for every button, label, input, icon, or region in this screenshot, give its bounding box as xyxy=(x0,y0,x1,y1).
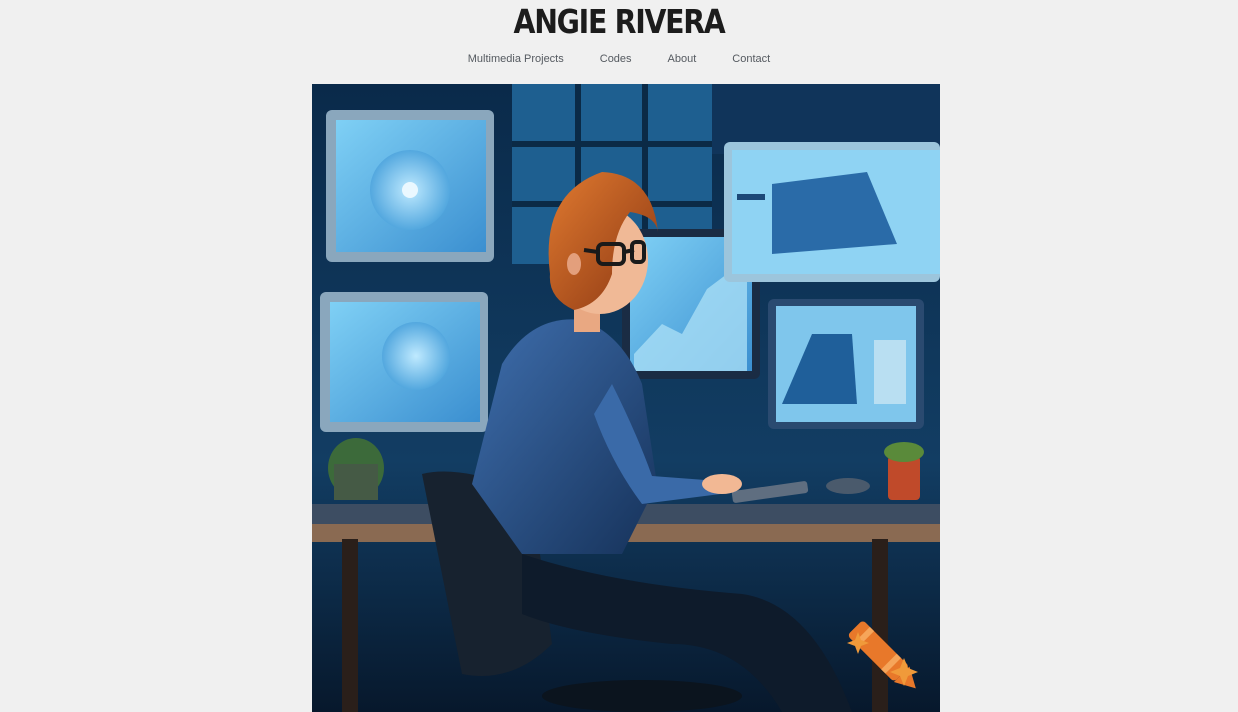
nav-link-about[interactable]: About xyxy=(668,53,697,65)
main-nav: Multimedia Projects Codes About Contact xyxy=(0,53,1238,65)
nav-link-contact[interactable]: Contact xyxy=(732,53,770,65)
hero-illustration xyxy=(312,84,940,712)
nav-link-codes[interactable]: Codes xyxy=(600,53,632,65)
site-title: ANGIE RIVERA xyxy=(513,2,726,41)
nav-link-multimedia-projects[interactable]: Multimedia Projects xyxy=(468,53,564,65)
